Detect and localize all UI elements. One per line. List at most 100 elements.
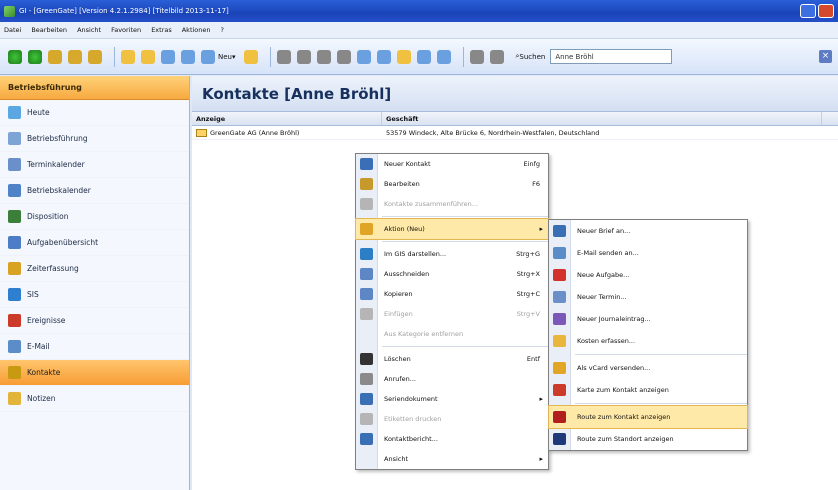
- sidebar-item-notizen[interactable]: Notizen: [0, 386, 189, 412]
- sidebar-item-sis[interactable]: SIS: [0, 282, 189, 308]
- submenu-item-label: Neuer Brief an...: [577, 227, 631, 235]
- new-button[interactable]: Neu ▾: [201, 49, 236, 64]
- search-label[interactable]: Suchen: [519, 53, 545, 61]
- submenu-item[interactable]: Neue Aufgabe...: [549, 264, 747, 286]
- context-menu-item[interactable]: Neuer Kontakt Einfg: [356, 154, 548, 174]
- submenu-item[interactable]: Neuer Termin...: [549, 286, 747, 308]
- context-menu-item[interactable]: Bearbeiten F6: [356, 174, 548, 194]
- context-menu-item-label: Ausschneiden: [384, 270, 430, 278]
- submenu-item-label: Als vCard versenden...: [577, 364, 651, 372]
- submenu-item[interactable]: Neuer Brief an...: [549, 220, 747, 242]
- submenu-item[interactable]: Route zum Kontakt anzeigen: [548, 405, 748, 429]
- context-menu-item[interactable]: Ausschneiden Strg+X: [356, 264, 548, 284]
- context-menu-item[interactable]: Aus Kategorie entfernen: [356, 324, 548, 344]
- cell-geschaeft: 53579 Windeck, Alte Brücke 6, Nordrhein-…: [386, 129, 600, 137]
- sidebar-item-ereignisse[interactable]: Ereignisse: [0, 308, 189, 334]
- sidebar-item-label: Zeiterfassung: [27, 264, 79, 273]
- journal-icon: [553, 313, 566, 325]
- tool-icon-15[interactable]: [469, 49, 484, 64]
- label-print-icon: [360, 413, 373, 425]
- view-toggle-icon-2[interactable]: [436, 49, 451, 64]
- context-menu-item[interactable]: Im GIS darstellen... Strg+G: [356, 244, 548, 264]
- sidebar-item-label: Ereignisse: [27, 316, 66, 325]
- tool-icon-1[interactable]: [48, 49, 62, 64]
- tool-icon-13[interactable]: [376, 49, 391, 64]
- sidebar-item-zeiterfassung[interactable]: Zeiterfassung: [0, 256, 189, 282]
- sidebar-item-betriebskalender[interactable]: Betriebskalender: [0, 178, 189, 204]
- context-menu-item[interactable]: Einfügen Strg+V: [356, 304, 548, 324]
- context-menu-item-label: Im GIS darstellen...: [384, 250, 447, 258]
- grid-header: Anzeige Geschäft: [192, 112, 838, 126]
- tool-icon-16[interactable]: [489, 49, 504, 64]
- submenu-item[interactable]: Route zum Standort anzeigen: [549, 428, 747, 450]
- submenu-item-label: Route zum Kontakt anzeigen: [577, 413, 671, 421]
- context-menu-item[interactable]: Löschen Entf: [356, 349, 548, 369]
- menu-ansicht[interactable]: Ansicht: [77, 26, 101, 34]
- menu-bearbeiten[interactable]: Bearbeiten: [31, 26, 67, 34]
- submenu-item[interactable]: Als vCard versenden...: [549, 357, 747, 379]
- context-menu-item[interactable]: Ansicht ▸: [356, 449, 548, 469]
- submenu-item[interactable]: E-Mail senden an...: [549, 242, 747, 264]
- route-location-icon: [553, 433, 566, 445]
- tool-icon-11[interactable]: [316, 49, 331, 64]
- route-flag-icon: [553, 411, 566, 423]
- tool-icon-5[interactable]: [141, 49, 155, 64]
- tool-icon-7[interactable]: [181, 49, 195, 64]
- sidebar-item-heute[interactable]: Heute: [0, 100, 189, 126]
- menu-help[interactable]: ?: [221, 26, 224, 34]
- sidebar-item-betriebsführung[interactable]: Betriebsführung: [0, 126, 189, 152]
- submenu-item[interactable]: Neuer Journaleintrag...: [549, 308, 747, 330]
- forward-icon[interactable]: [28, 49, 42, 64]
- tool-icon-12[interactable]: [356, 49, 371, 64]
- menu-favoriten[interactable]: Favoriten: [111, 26, 141, 34]
- cell-anzeige-text: GreenGate AG (Anne Bröhl): [210, 128, 300, 137]
- edit-icon: [360, 178, 373, 190]
- contacts-icon: [8, 366, 21, 379]
- sidebar-item-kontakte[interactable]: Kontakte: [0, 360, 189, 386]
- context-menu-item[interactable]: Aktion (Neu) ▸: [355, 218, 549, 240]
- sidebar-item-terminkalender[interactable]: Terminkalender: [0, 152, 189, 178]
- submenu-item-label: Karte zum Kontakt anzeigen: [577, 386, 669, 394]
- sidebar-item-aufgabenübersicht[interactable]: Aufgabenübersicht: [0, 230, 189, 256]
- submenu-item-label: Neue Aufgabe...: [577, 271, 630, 279]
- context-menu-item[interactable]: Kontakte zusammenführen...: [356, 194, 548, 214]
- back-icon[interactable]: [8, 49, 22, 64]
- close-window-button[interactable]: [818, 4, 834, 18]
- submenu-item[interactable]: Karte zum Kontakt anzeigen: [549, 379, 747, 401]
- context-menu-item[interactable]: Seriendokument ▸: [356, 389, 548, 409]
- menu-datei[interactable]: Datei: [4, 26, 21, 34]
- costs-icon: [553, 335, 566, 347]
- context-menu-item[interactable]: Anrufen...: [356, 369, 548, 389]
- sidebar-item-label: Disposition: [27, 212, 69, 221]
- context-menu-item[interactable]: Kontaktbericht...: [356, 429, 548, 449]
- tool-icon-9[interactable]: [276, 49, 291, 64]
- serial-doc-icon: [360, 393, 373, 405]
- tool-icon-14[interactable]: [396, 49, 411, 64]
- context-menu: Neuer Kontakt Einfg Bearbeiten F6 Kontakte z…: [355, 153, 549, 470]
- sidebar-item-label: Aufgabenübersicht: [27, 238, 99, 247]
- new-contact-icon: [360, 158, 373, 170]
- tool-icon-4[interactable]: [121, 49, 135, 64]
- sidebar-item-disposition[interactable]: Disposition: [0, 204, 189, 230]
- sidebar-item-e-mail[interactable]: E-Mail: [0, 334, 189, 360]
- minimize-button[interactable]: [800, 4, 816, 18]
- menu-extras[interactable]: Extras: [151, 26, 172, 34]
- tool-icon-6[interactable]: [161, 49, 175, 64]
- context-menu-item[interactable]: Etiketten drucken: [356, 409, 548, 429]
- view-toggle-icon[interactable]: [416, 49, 431, 64]
- copy-icon: [360, 288, 373, 300]
- toolbar-close-icon[interactable]: ×: [819, 50, 832, 63]
- menu-aktionen[interactable]: Aktionen: [182, 26, 211, 34]
- column-header-geschaeft[interactable]: Geschäft: [382, 112, 822, 125]
- tool-icon-3[interactable]: [88, 49, 102, 64]
- context-menu-item[interactable]: Kopieren Strg+C: [356, 284, 548, 304]
- search-input[interactable]: Anne Bröhl: [550, 49, 673, 64]
- submenu-item[interactable]: Kosten erfassen...: [549, 330, 747, 352]
- delete-toolbar-icon[interactable]: [336, 49, 351, 64]
- cut-icon: [360, 268, 373, 280]
- tool-icon-2[interactable]: [68, 49, 82, 64]
- column-header-anzeige[interactable]: Anzeige: [192, 112, 382, 125]
- tool-icon-8[interactable]: [243, 49, 258, 64]
- table-row[interactable]: GreenGate AG (Anne Bröhl) 53579 Windeck,…: [192, 126, 838, 140]
- tool-icon-10[interactable]: [296, 49, 311, 64]
